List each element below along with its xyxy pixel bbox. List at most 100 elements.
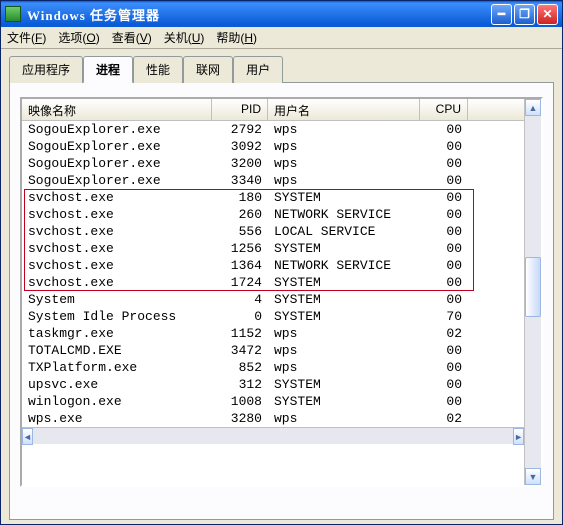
cell-pid: 180	[212, 189, 268, 206]
tab-2[interactable]: 性能	[133, 56, 183, 83]
cell-cpu: 00	[420, 393, 468, 410]
titlebar[interactable]: Windows 任务管理器 ━ ❐ ✕	[1, 1, 562, 27]
cell-image: TOTALCMD.EXE	[22, 342, 212, 359]
col-header-user[interactable]: 用户名	[268, 99, 420, 120]
tab-panel-processes: 映像名称 PID 用户名 CPU SogouExplorer.exe2792wp…	[9, 82, 554, 520]
menu-item-3[interactable]: 关机(U)	[164, 29, 205, 46]
cell-pid: 3340	[212, 172, 268, 189]
tab-3[interactable]: 联网	[183, 56, 233, 83]
table-row[interactable]: svchost.exe1724SYSTEM00	[22, 274, 524, 291]
cell-pid: 1256	[212, 240, 268, 257]
cell-pid: 3200	[212, 155, 268, 172]
cell-user: wps	[268, 172, 420, 189]
cell-pid: 1364	[212, 257, 268, 274]
cell-user: wps	[268, 410, 420, 427]
cell-pid: 556	[212, 223, 268, 240]
cell-image: svchost.exe	[22, 240, 212, 257]
table-row[interactable]: svchost.exe1364NETWORK SERVICE00	[22, 257, 524, 274]
table-row[interactable]: TXPlatform.exe852wps00	[22, 359, 524, 376]
cell-user: NETWORK SERVICE	[268, 257, 420, 274]
vscroll-track[interactable]	[525, 116, 541, 468]
scroll-up-button[interactable]: ▲	[525, 99, 541, 116]
cell-pid: 3280	[212, 410, 268, 427]
table-row[interactable]: SogouExplorer.exe3092wps00	[22, 138, 524, 155]
minimize-button[interactable]: ━	[491, 4, 512, 25]
col-header-cpu[interactable]: CPU	[420, 99, 468, 120]
cell-cpu: 00	[420, 189, 468, 206]
cell-pid: 312	[212, 376, 268, 393]
cell-cpu: 00	[420, 138, 468, 155]
cell-cpu: 00	[420, 342, 468, 359]
tab-0[interactable]: 应用程序	[9, 56, 83, 83]
cell-cpu: 00	[420, 274, 468, 291]
tab-1[interactable]: 进程	[83, 56, 133, 83]
menu-item-0[interactable]: 文件(F)	[7, 29, 46, 46]
cell-pid: 852	[212, 359, 268, 376]
table-row[interactable]: taskmgr.exe1152wps02	[22, 325, 524, 342]
menu-item-2[interactable]: 查看(V)	[112, 29, 152, 46]
hscroll-track[interactable]	[33, 428, 513, 444]
cell-pid: 3472	[212, 342, 268, 359]
cell-image: TXPlatform.exe	[22, 359, 212, 376]
cell-user: SYSTEM	[268, 291, 420, 308]
menu-item-4[interactable]: 帮助(H)	[216, 29, 257, 46]
table-row[interactable]: svchost.exe1256SYSTEM00	[22, 240, 524, 257]
table-row[interactable]: SogouExplorer.exe2792wps00	[22, 121, 524, 138]
table-row[interactable]: svchost.exe556LOCAL SERVICE00	[22, 223, 524, 240]
table-row[interactable]: SogouExplorer.exe3340wps00	[22, 172, 524, 189]
scroll-down-button[interactable]: ▼	[525, 468, 541, 485]
cell-image: svchost.exe	[22, 189, 212, 206]
table-row[interactable]: svchost.exe260NETWORK SERVICE00	[22, 206, 524, 223]
cell-image: System	[22, 291, 212, 308]
cell-cpu: 70	[420, 308, 468, 325]
process-listview[interactable]: 映像名称 PID 用户名 CPU SogouExplorer.exe2792wp…	[20, 97, 543, 487]
col-header-image[interactable]: 映像名称	[22, 99, 212, 120]
table-row[interactable]: TOTALCMD.EXE3472wps00	[22, 342, 524, 359]
table-row[interactable]: System Idle Process0SYSTEM70	[22, 308, 524, 325]
cell-image: SogouExplorer.exe	[22, 172, 212, 189]
vertical-scrollbar[interactable]: ▲ ▼	[524, 99, 541, 485]
cell-user: NETWORK SERVICE	[268, 206, 420, 223]
horizontal-scrollbar[interactable]: ◄ ►	[22, 427, 524, 444]
window-title: Windows 任务管理器	[27, 5, 491, 24]
cell-cpu: 00	[420, 291, 468, 308]
table-row[interactable]: svchost.exe180SYSTEM00	[22, 189, 524, 206]
cell-cpu: 00	[420, 359, 468, 376]
table-row[interactable]: winlogon.exe1008SYSTEM00	[22, 393, 524, 410]
table-row[interactable]: upsvc.exe312SYSTEM00	[22, 376, 524, 393]
cell-image: upsvc.exe	[22, 376, 212, 393]
col-header-pid[interactable]: PID	[212, 99, 268, 120]
cell-user: wps	[268, 325, 420, 342]
cell-cpu: 00	[420, 240, 468, 257]
tab-4[interactable]: 用户	[233, 56, 283, 83]
tabstrip: 应用程序进程性能联网用户	[1, 49, 562, 82]
maximize-button[interactable]: ❐	[514, 4, 535, 25]
cell-image: SogouExplorer.exe	[22, 155, 212, 172]
column-headers: 映像名称 PID 用户名 CPU	[22, 99, 524, 121]
scroll-right-button[interactable]: ►	[513, 428, 524, 445]
cell-cpu: 02	[420, 410, 468, 427]
scroll-left-button[interactable]: ◄	[22, 428, 33, 445]
cell-user: SYSTEM	[268, 376, 420, 393]
cell-image: svchost.exe	[22, 206, 212, 223]
cell-pid: 3092	[212, 138, 268, 155]
cell-user: wps	[268, 359, 420, 376]
cell-cpu: 00	[420, 376, 468, 393]
table-row[interactable]: System4SYSTEM00	[22, 291, 524, 308]
cell-image: SogouExplorer.exe	[22, 138, 212, 155]
cell-user: wps	[268, 121, 420, 138]
cell-user: SYSTEM	[268, 240, 420, 257]
app-icon	[5, 6, 21, 22]
taskmgr-window: Windows 任务管理器 ━ ❐ ✕ 文件(F) 选项(O) 查看(V) 关机(U)…	[0, 0, 563, 525]
cell-image: svchost.exe	[22, 257, 212, 274]
cell-user: LOCAL SERVICE	[268, 223, 420, 240]
close-button[interactable]: ✕	[537, 4, 558, 25]
cell-pid: 1152	[212, 325, 268, 342]
cell-cpu: 00	[420, 121, 468, 138]
cell-user: SYSTEM	[268, 393, 420, 410]
cell-cpu: 00	[420, 257, 468, 274]
vscroll-thumb[interactable]	[525, 257, 541, 317]
table-row[interactable]: SogouExplorer.exe3200wps00	[22, 155, 524, 172]
table-row[interactable]: wps.exe3280wps02	[22, 410, 524, 427]
menu-item-1[interactable]: 选项(O)	[58, 29, 99, 46]
